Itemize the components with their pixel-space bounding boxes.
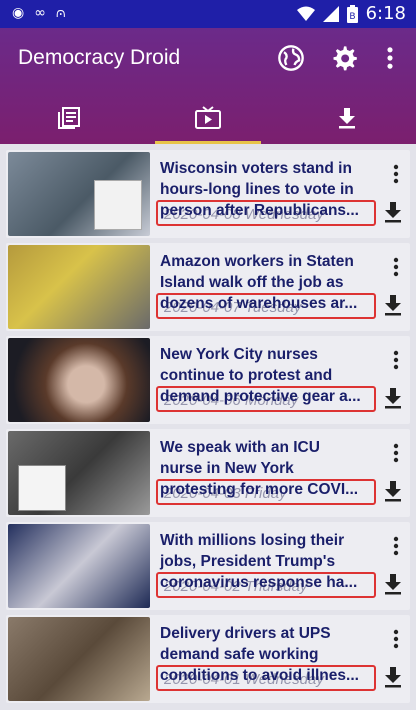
highlight-box	[156, 479, 376, 505]
video-thumbnail[interactable]	[8, 431, 150, 515]
video-thumbnail[interactable]	[8, 617, 150, 701]
signal-icon	[322, 5, 339, 22]
item-title: Wisconsin voters stand in hours-long lin…	[160, 158, 372, 200]
list-item[interactable]: Wisconsin voters stand in hours-long lin…	[6, 150, 410, 238]
list-item[interactable]: Delivery drivers at UPS demand safe work…	[6, 615, 410, 703]
app-title: Democracy Droid	[18, 46, 181, 69]
list-item[interactable]: Amazon workers in Staten Island walk off…	[6, 243, 410, 331]
highlight-box	[156, 572, 376, 598]
item-title: New York City nurses continue to protest…	[160, 344, 372, 386]
more-vert-icon[interactable]	[392, 443, 400, 463]
more-vert-icon[interactable]	[392, 164, 400, 184]
infinity-icon: ∞	[34, 5, 46, 21]
battery-icon: B	[346, 4, 358, 23]
item-title: Amazon workers in Staten Island walk off…	[160, 251, 372, 293]
globe-icon[interactable]	[277, 44, 305, 72]
more-vert-icon[interactable]	[392, 536, 400, 556]
title-line: jobs, President Trump's	[160, 553, 336, 570]
highlight-box	[156, 665, 376, 691]
status-bar: ◉ ∞ ⩀ B 6:18	[0, 0, 416, 28]
status-left-icons: ◉ ∞ ⩀	[12, 5, 66, 21]
title-line: hours-long lines to vote in	[160, 181, 354, 198]
gear-icon[interactable]	[330, 44, 358, 72]
tab-bar	[0, 92, 416, 144]
tab-video[interactable]	[139, 92, 278, 144]
video-thumbnail[interactable]	[8, 338, 150, 422]
video-list: Wisconsin voters stand in hours-long lin…	[0, 146, 416, 710]
more-vert-icon[interactable]	[382, 44, 398, 72]
download-icon[interactable]	[382, 200, 404, 224]
wifi-icon	[296, 6, 315, 21]
title-line: Delivery drivers at UPS	[160, 625, 331, 642]
tv-icon	[195, 106, 221, 129]
title-line: With millions losing their	[160, 532, 345, 549]
app-bar: Democracy Droid	[0, 28, 416, 144]
title-line: We speak with an ICU	[160, 439, 320, 456]
title-line: Amazon workers in Staten	[160, 253, 354, 270]
title-line: New York City nurses	[160, 346, 318, 363]
highlight-box	[156, 293, 376, 319]
vote-sign-image	[94, 180, 142, 230]
clock: 6:18	[365, 3, 406, 24]
status-right-icons: B 6:18	[296, 3, 406, 24]
tab-downloads[interactable]	[277, 92, 416, 144]
video-thumbnail[interactable]	[8, 524, 150, 608]
more-vert-icon[interactable]	[392, 350, 400, 370]
title-line: continue to protest and	[160, 367, 333, 384]
item-title: Delivery drivers at UPS demand safe work…	[160, 623, 372, 665]
title-line: nurse in New York	[160, 460, 294, 477]
video-thumbnail[interactable]	[8, 152, 150, 236]
more-vert-icon[interactable]	[392, 257, 400, 277]
download-icon[interactable]	[382, 572, 404, 596]
download-icon[interactable]	[382, 293, 404, 317]
download-icon[interactable]	[382, 665, 404, 689]
title-line: Wisconsin voters stand in	[160, 160, 352, 177]
protest-sign-image	[18, 465, 66, 511]
highlight-box	[156, 200, 376, 226]
notification-dot-icon: ◉	[12, 5, 25, 21]
list-item[interactable]: New York City nurses continue to protest…	[6, 336, 410, 424]
download-icon[interactable]	[382, 479, 404, 503]
download-icon[interactable]	[382, 386, 404, 410]
item-title: With millions losing their jobs, Preside…	[160, 530, 372, 572]
item-title: We speak with an ICU nurse in New York	[160, 437, 372, 479]
graduation-cap-icon: ⩀	[55, 5, 66, 21]
title-line: demand safe working	[160, 646, 319, 663]
video-thumbnail[interactable]	[8, 245, 150, 329]
list-item[interactable]: With millions losing their jobs, Preside…	[6, 522, 410, 610]
highlight-box	[156, 386, 376, 412]
tab-articles[interactable]	[0, 92, 139, 144]
articles-icon	[58, 107, 81, 129]
download-icon	[338, 108, 355, 129]
svg-text:B: B	[349, 12, 355, 22]
more-vert-icon[interactable]	[392, 629, 400, 649]
list-item[interactable]: We speak with an ICU nurse in New York 2…	[6, 429, 410, 517]
title-line: Island walk off the job as	[160, 274, 344, 291]
